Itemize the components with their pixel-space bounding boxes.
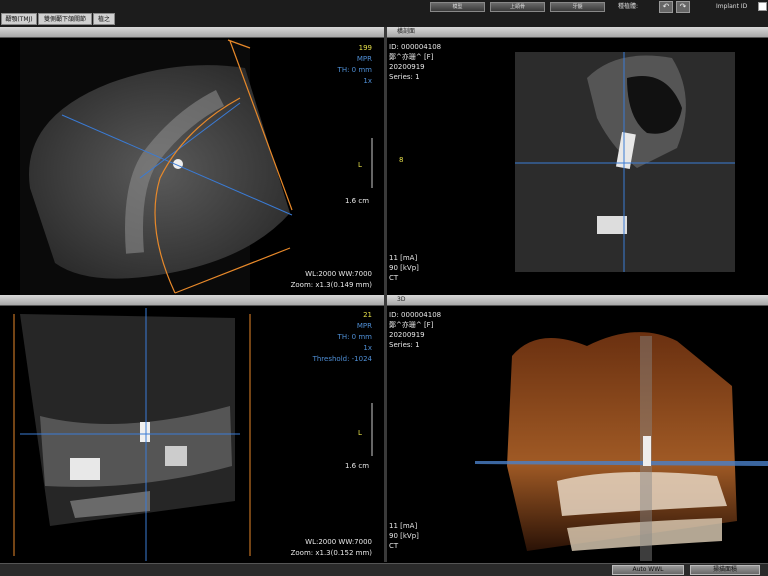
volume-patient-name: 鄭^亦珊^ [F] xyxy=(389,321,434,329)
status-bar: Auto WWL 掃描面積 xyxy=(0,563,768,576)
scan-area-button[interactable]: 掃描面積 xyxy=(690,565,760,575)
redo-button[interactable]: ↷ xyxy=(676,1,690,13)
volume-ma: 11 [mA] xyxy=(389,522,418,530)
axial-window: WL:2000 WW:7000 xyxy=(305,270,372,278)
cross-section-marker: 8 xyxy=(399,156,404,164)
volume-modality: CT xyxy=(389,542,399,550)
panoramic-viewport-header xyxy=(0,295,384,306)
cross-section-kvp: 90 [kVp] xyxy=(389,264,419,272)
volume-title: 3D xyxy=(397,296,406,303)
implant-id-label: Implant ID xyxy=(716,3,748,10)
axial-image xyxy=(20,39,373,295)
volume-patient-id: ID: 000004108 xyxy=(389,311,442,319)
implant-id-checkbox[interactable] xyxy=(758,2,767,11)
volume-date: 20200919 xyxy=(389,331,425,339)
cross-section-title: 橫剖面 xyxy=(397,28,416,35)
panoramic-thickness: TH: 0 mm xyxy=(337,333,372,341)
undo-icon: ↶ xyxy=(662,2,670,11)
axial-viewport-header xyxy=(0,27,384,38)
panoramic-zoom: Zoom: x1.3(0.152 mm) xyxy=(290,549,372,557)
volume-series: Series: 1 xyxy=(389,341,420,349)
volume-kvp: 90 [kVp] xyxy=(389,532,419,540)
cross-section-patient-id: ID: 000004108 xyxy=(389,43,442,51)
tab-bilateral-tmj[interactable]: 雙側顳下頜關節 xyxy=(38,13,92,25)
top-toolbar: 顳顎(TMJ) 雙側顳下頜關節 植之 模型 上頜骨 牙髓 種植體: ↶ ↷ Im… xyxy=(0,0,768,27)
cross-section-series: Series: 1 xyxy=(389,73,420,81)
axial-ruler-label: L xyxy=(358,161,362,169)
axial-zoom: Zoom: x1.3(0.149 mm) xyxy=(290,281,372,289)
panoramic-slice-number: 21 xyxy=(363,311,372,319)
panoramic-image xyxy=(13,308,373,561)
pulp-button[interactable]: 牙髓 xyxy=(550,2,605,12)
implant-history-label: 種植體: xyxy=(618,3,639,10)
cross-section-date: 20200919 xyxy=(389,63,425,71)
volume-viewport-header: 3D xyxy=(387,295,768,306)
cross-section-image xyxy=(515,52,735,272)
model-button[interactable]: 模型 xyxy=(430,2,485,12)
maxilla-button[interactable]: 上頜骨 xyxy=(490,2,545,12)
axial-viewport[interactable]: 199 MPR TH: 0 mm 1x L 1.6 cm WL:2000 WW:… xyxy=(0,38,384,295)
volume-viewport[interactable]: ID: 000004108 鄭^亦珊^ [F] 20200919 Series:… xyxy=(387,306,768,563)
cross-section-viewport[interactable]: ID: 000004108 鄭^亦珊^ [F] 20200919 Series:… xyxy=(387,38,768,295)
panoramic-threshold: Threshold: -1024 xyxy=(312,355,372,363)
cross-section-viewport-header: 橫剖面 xyxy=(387,27,768,38)
axial-scale: 1.6 cm xyxy=(345,197,370,205)
panoramic-mode: MPR xyxy=(356,322,372,330)
axial-zoom-factor: 1x xyxy=(363,77,372,85)
panoramic-zoom-factor: 1x xyxy=(363,344,372,352)
tab-implant[interactable]: 植之 xyxy=(93,13,115,25)
panoramic-viewport[interactable]: 21 MPR TH: 0 mm 1x Threshold: -1024 L 1.… xyxy=(0,306,384,563)
panoramic-ruler-label: L xyxy=(358,429,362,437)
cross-section-ma: 11 [mA] xyxy=(389,254,418,262)
redo-icon: ↷ xyxy=(679,2,687,11)
cross-section-modality: CT xyxy=(389,274,399,282)
volume-rendering xyxy=(475,332,768,561)
undo-button[interactable]: ↶ xyxy=(659,1,673,13)
axial-slice-number: 199 xyxy=(358,44,372,52)
auto-wwl-button[interactable]: Auto WWL xyxy=(612,565,684,575)
axial-mode: MPR xyxy=(356,55,372,63)
panoramic-scale: 1.6 cm xyxy=(345,462,370,470)
panoramic-window: WL:2000 WW:7000 xyxy=(305,538,372,546)
cross-section-patient-name: 鄭^亦珊^ [F] xyxy=(389,53,434,61)
axial-thickness: TH: 0 mm xyxy=(337,66,372,74)
tab-tmj[interactable]: 顳顎(TMJ) xyxy=(1,13,37,25)
